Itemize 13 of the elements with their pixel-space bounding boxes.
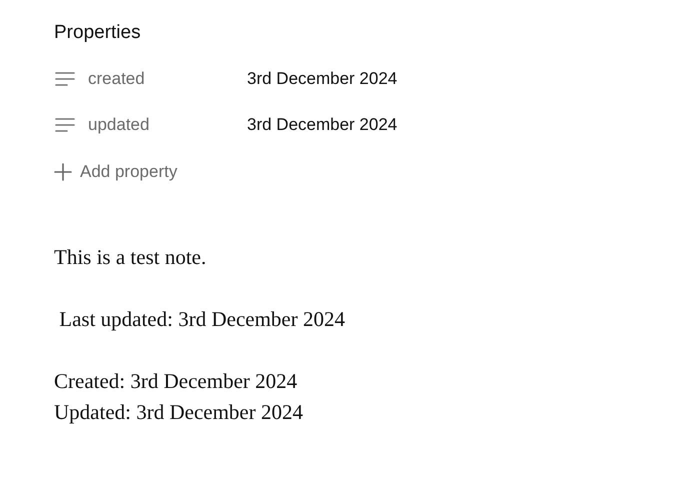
property-value[interactable]: 3rd December 2024 [247,112,398,138]
note-text: Updated: 3rd December 2024 [54,399,304,426]
note-text: This is a test note. [54,244,208,271]
text-lines-icon [54,71,76,87]
property-value[interactable]: 3rd December 2024 [247,66,398,92]
note-text: Last updated: 3rd December 2024 [58,306,346,333]
section-title: Properties [54,21,142,45]
add-property-button[interactable]: Add property [50,152,182,192]
note-text: Created: 3rd December 2024 [54,368,298,395]
property-name[interactable]: created [88,66,247,92]
property-name[interactable]: updated [88,112,247,138]
text-lines-icon [54,117,76,133]
plus-icon [54,163,72,181]
